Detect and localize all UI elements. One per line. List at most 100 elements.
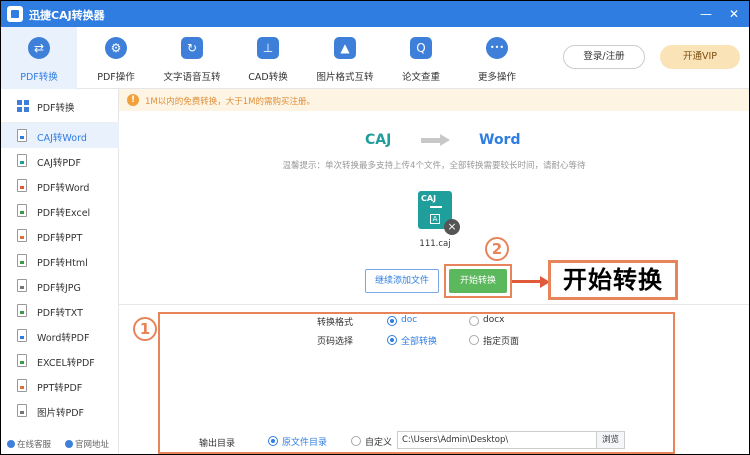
sidebar-item-label: PDF转Excel [37, 208, 91, 219]
output-label: 输出目录 [199, 439, 236, 449]
file-name: 111.caj [419, 239, 451, 249]
sidebar-footer: 在线客服 官网地址 [1, 433, 119, 454]
gear-icon: ⚙ [105, 37, 127, 59]
search-doc-icon: Q [410, 37, 432, 59]
output-radio-source[interactable] [268, 436, 278, 446]
sidebar-item-pdf-txt[interactable]: PDF转TXT [1, 298, 119, 323]
sidebar-item-label: PDF转TXT [37, 308, 83, 319]
file-icon [17, 154, 27, 167]
output-radio-custom[interactable] [351, 436, 361, 446]
notice-text: 1M以内的免费转换，大于1M的需购买注册。 [145, 97, 315, 107]
sidebar-item-caj-word[interactable]: CAJ转Word [1, 123, 119, 148]
tab-label: 更多操作 [477, 72, 516, 83]
annotation-arrow [512, 276, 550, 288]
format-radio-docx[interactable] [469, 316, 479, 326]
format-option-doc[interactable]: doc [401, 315, 417, 325]
tab-more-operations[interactable]: ••• 更多操作 [459, 27, 535, 89]
sidebar-item-label: Word转PDF [37, 333, 90, 344]
app-logo-icon [7, 6, 23, 22]
app-window: 迅捷CAJ转换器 — ✕ ⇄ PDF转换 ⚙ PDF操作 ↻ 文字语音互转 ⊥ … [0, 0, 750, 455]
cad-icon: ⊥ [257, 37, 279, 59]
add-files-button[interactable]: 继续添加文件 [365, 269, 439, 293]
tab-image-format[interactable]: ▲ 图片格式互转 [307, 27, 383, 89]
tab-text-speech[interactable]: ↻ 文字语音互转 [154, 27, 230, 89]
page-option-specified[interactable]: 指定页面 [483, 334, 519, 347]
minimize-button[interactable]: — [697, 5, 715, 23]
file-icon [17, 304, 27, 317]
vip-button[interactable]: 开通VIP [660, 45, 740, 69]
format-radio-doc[interactable] [387, 316, 397, 326]
page-radio-specified[interactable] [469, 335, 479, 345]
sidebar: PDF转换 CAJ转Word CAJ转PDF PDF转Word PDF转Exce… [1, 89, 119, 454]
tab-label: PDF操作 [97, 72, 135, 83]
tab-plagiarism-check[interactable]: Q 论文查重 [383, 27, 459, 89]
file-icon [17, 279, 27, 292]
page-label: 页码选择 [317, 337, 354, 347]
browse-button[interactable]: 浏览 [597, 431, 625, 449]
globe-icon [65, 440, 73, 448]
file-icon [17, 204, 27, 217]
sidebar-item-pdf-ppt[interactable]: PDF转PPT [1, 223, 119, 248]
sidebar-item-pdf-excel[interactable]: PDF转Excel [1, 198, 119, 223]
sidebar-item-label: CAJ转Word [37, 133, 87, 144]
sidebar-item-pdf-html[interactable]: PDF转Html [1, 248, 119, 273]
sidebar-item-label: PPT转PDF [37, 383, 83, 394]
app-title: 迅捷CAJ转换器 [29, 9, 105, 22]
login-button[interactable]: 登录/注册 [563, 45, 645, 69]
page-option-all[interactable]: 全部转换 [401, 334, 437, 347]
annotation-callout: 开始转换 [548, 260, 678, 300]
notice-bar: ! 1M以内的免费转换，大于1M的需购买注册。 [119, 89, 749, 111]
tab-label: PDF转换 [20, 72, 58, 83]
sidebar-item-image-pdf[interactable]: 图片转PDF [1, 398, 119, 423]
annotation-mark-2: 2 [485, 237, 509, 261]
close-button[interactable]: ✕ [725, 5, 743, 23]
warning-icon: ! [127, 94, 139, 106]
title-bar: 迅捷CAJ转换器 — ✕ [1, 1, 749, 27]
online-service-link[interactable]: 在线客服 [7, 438, 51, 450]
file-icon [17, 329, 27, 342]
sidebar-item-pdf-word[interactable]: PDF转Word [1, 173, 119, 198]
format-label: 转换格式 [317, 318, 354, 328]
tab-cad-convert[interactable]: ⊥ CAD转换 [230, 27, 306, 89]
sidebar-item-label: EXCEL转PDF [37, 358, 95, 369]
sidebar-item-pdf-jpg[interactable]: PDF转JPG [1, 273, 119, 298]
website-link[interactable]: 官网地址 [65, 438, 109, 450]
sidebar-item-caj-pdf[interactable]: CAJ转PDF [1, 148, 119, 173]
output-option-custom[interactable]: 自定义 [365, 435, 392, 448]
sidebar-item-ppt-pdf[interactable]: PPT转PDF [1, 373, 119, 398]
page-radio-all[interactable] [387, 335, 397, 345]
more-icon: ••• [486, 37, 508, 59]
tab-pdf-operations[interactable]: ⚙ PDF操作 [78, 27, 154, 89]
file-icon [17, 354, 27, 367]
arrow-right-icon [421, 134, 451, 146]
sidebar-item-label: CAJ转PDF [37, 158, 81, 169]
tab-label: 图片格式互转 [316, 72, 374, 83]
image-icon: ▲ [334, 37, 356, 59]
sidebar-item-label: PDF转Word [37, 183, 90, 194]
format-option-docx[interactable]: docx [483, 315, 505, 325]
output-path-input[interactable]: C:\Users\Admin\Desktop\ [397, 431, 597, 449]
tab-pdf-convert[interactable]: ⇄ PDF转换 [1, 27, 77, 89]
tab-label: CAD转换 [248, 72, 288, 83]
file-icon [17, 404, 27, 417]
sidebar-item-label: 图片转PDF [37, 408, 85, 419]
source-format: CAJ [365, 132, 392, 148]
tab-label: 文字语音互转 [163, 72, 221, 83]
tab-label: 论文查重 [401, 72, 440, 83]
sidebar-item-excel-pdf[interactable]: EXCEL转PDF [1, 348, 119, 373]
tip-text: 温馨提示：单次转换最多支持上传4个文件，全部转换需要较长时间，请耐心等待 [282, 161, 586, 171]
section-divider [119, 304, 749, 305]
start-button-highlight: 开始转换 [444, 264, 512, 298]
target-format: Word [479, 132, 521, 148]
speech-icon: ↻ [181, 37, 203, 59]
file-icon [17, 179, 27, 192]
convert-icon: ⇄ [28, 37, 50, 59]
grid-icon [17, 100, 29, 112]
sidebar-item-word-pdf[interactable]: Word转PDF [1, 323, 119, 348]
main-toolbar: ⇄ PDF转换 ⚙ PDF操作 ↻ 文字语音互转 ⊥ CAD转换 ▲ 图片格式互… [1, 27, 749, 89]
annotation-mark-1: 1 [133, 317, 157, 341]
file-icon [17, 229, 27, 242]
remove-file-icon[interactable]: × [444, 219, 460, 235]
output-option-source[interactable]: 原文件目录 [282, 435, 327, 448]
start-convert-button[interactable]: 开始转换 [449, 269, 507, 293]
